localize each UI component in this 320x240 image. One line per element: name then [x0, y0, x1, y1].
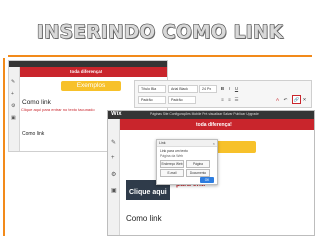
- bold-icon[interactable]: B: [220, 86, 225, 91]
- link-dialog: Link × Link para um texto Página da Web …: [156, 139, 218, 185]
- pencil-icon[interactable]: ✎: [111, 139, 116, 146]
- image-icon[interactable]: ▣: [11, 115, 16, 121]
- text-color-icon[interactable]: A: [275, 97, 280, 102]
- email-button[interactable]: E-mail: [160, 169, 184, 177]
- add-icon[interactable]: +: [11, 91, 14, 97]
- banner-text: toda diferença!: [196, 122, 232, 128]
- web-address-button[interactable]: Endereço Web: [160, 160, 184, 168]
- font-size-select[interactable]: 24 Px: [199, 85, 217, 93]
- close-icon[interactable]: ×: [213, 140, 215, 147]
- pencil-icon[interactable]: ✎: [11, 79, 15, 85]
- exemplos-button-label: Exemplos: [76, 82, 106, 89]
- list-icon[interactable]: ☰: [234, 97, 239, 102]
- editor-screenshot-2: Wix Páginas Site Configurações Mobile Pr…: [107, 110, 315, 236]
- font-family-select[interactable]: Arial Black: [168, 85, 198, 93]
- como-link-heading-2: Como link: [22, 131, 45, 137]
- editor-menu[interactable]: Páginas Site Configurações Mobile Pré-vi…: [150, 112, 259, 116]
- red-link-text[interactable]: Clique aqui para entrar no texto tacunad…: [21, 107, 95, 112]
- ok-button[interactable]: OK: [200, 177, 214, 183]
- link-icon[interactable]: 🔗: [292, 95, 301, 104]
- document-button[interactable]: Documento: [186, 169, 210, 177]
- como-link-heading: Como link: [126, 214, 162, 223]
- italic-icon[interactable]: I: [227, 86, 232, 91]
- style-select-2[interactable]: Padrão: [168, 96, 196, 104]
- page-button[interactable]: Página: [186, 160, 210, 168]
- link-text: Clique aqui: [129, 189, 167, 196]
- align-left-icon[interactable]: ≡: [220, 97, 225, 102]
- gear-icon[interactable]: ⚙: [11, 103, 15, 109]
- font-theme-select[interactable]: Título Bla: [138, 85, 166, 93]
- wix-logo: Wix: [111, 111, 122, 117]
- add-icon[interactable]: +: [111, 155, 115, 161]
- exemplos-button[interactable]: Exemplos: [61, 81, 121, 91]
- image-icon[interactable]: ▣: [111, 187, 117, 194]
- align-center-icon[interactable]: ≡: [227, 97, 232, 102]
- style-select-1[interactable]: Padrão: [138, 96, 166, 104]
- left-toolbar: ✎ + ⚙ ▣: [108, 119, 120, 235]
- slide-title: INSERINDO COMO LINK: [36, 22, 284, 43]
- orange-rule: [8, 55, 312, 57]
- left-orange-rule: [3, 58, 5, 236]
- como-link-heading: Como link: [22, 99, 51, 106]
- underline-icon[interactable]: U: [234, 86, 239, 91]
- clear-format-icon[interactable]: ✕: [302, 97, 307, 102]
- text-format-toolbar: Título Bla Arial Black 24 Px B I U Padrã…: [134, 80, 312, 108]
- undo-icon[interactable]: ↶: [283, 97, 288, 102]
- dialog-option-2[interactable]: Página da Web: [160, 154, 183, 158]
- left-toolbar: ✎ + ⚙ ▣: [9, 67, 20, 151]
- dialog-option-1[interactable]: Link para um texto: [160, 149, 188, 153]
- gear-icon[interactable]: ⚙: [111, 171, 116, 178]
- dialog-title: Link: [157, 140, 217, 147]
- banner-text: toda diferença!: [70, 69, 103, 74]
